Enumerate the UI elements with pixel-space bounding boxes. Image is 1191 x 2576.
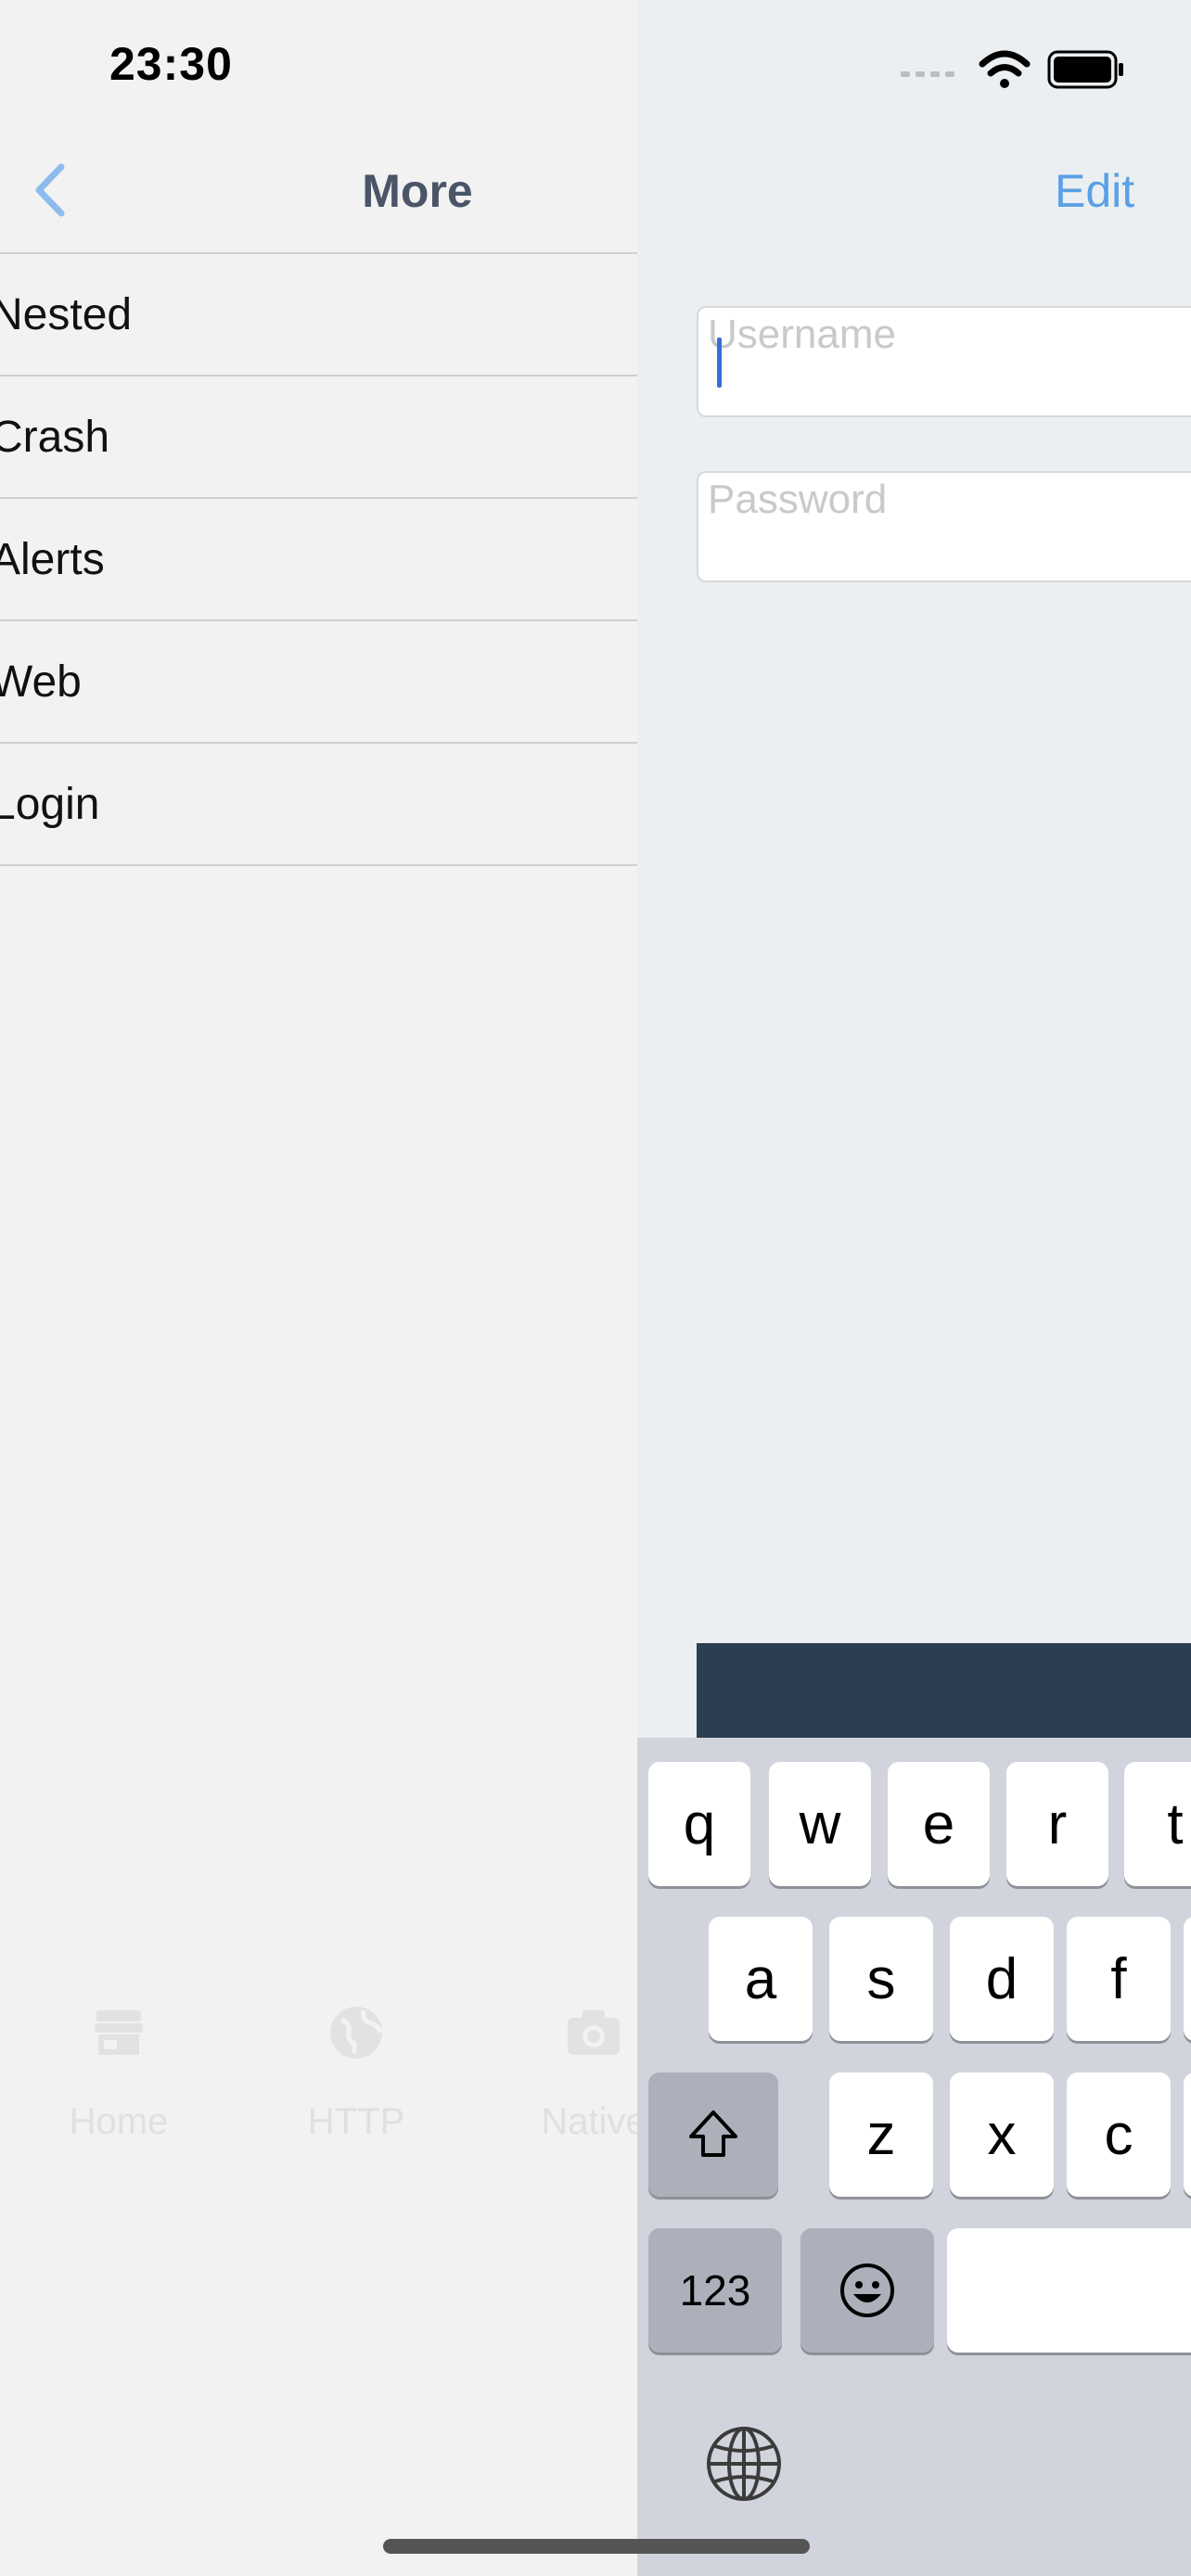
menu-item-nested[interactable]: Nested: [0, 254, 637, 376]
menu-item-label: Login: [0, 779, 100, 829]
globe-keyboard-icon[interactable]: [704, 2424, 784, 2504]
menu-item-login[interactable]: Login: [0, 744, 637, 866]
home-indicator: [383, 2539, 810, 2554]
wifi-icon: [979, 50, 1031, 88]
status-icons: [901, 46, 1125, 93]
key-v-partial[interactable]: [1184, 2072, 1191, 2197]
tab-home[interactable]: Home: [0, 2003, 237, 2143]
key-r[interactable]: r: [1006, 1762, 1108, 1886]
password-field[interactable]: Password: [697, 471, 1191, 582]
key-s[interactable]: s: [829, 1917, 933, 2041]
menu-item-alerts[interactable]: Alerts: [0, 499, 637, 621]
key-q[interactable]: q: [648, 1762, 750, 1886]
shift-arrow-icon: [689, 2111, 737, 2157]
battery-icon: [1047, 50, 1123, 89]
key-a[interactable]: a: [709, 1917, 813, 2041]
key-g-partial[interactable]: [1184, 1917, 1191, 2041]
key-z[interactable]: z: [829, 2072, 933, 2197]
keyboard: q w e r t a s d f z x c 123: [637, 1738, 1191, 2576]
menu-item-label: Alerts: [0, 534, 105, 584]
chevron-left-icon: [35, 163, 65, 217]
key-x[interactable]: x: [950, 2072, 1054, 2197]
emoji-icon: [840, 2264, 894, 2317]
menu-item-label: Web: [0, 657, 82, 707]
tab-label: Home: [69, 2101, 169, 2142]
key-t[interactable]: t: [1124, 1762, 1191, 1886]
password-placeholder: Password: [708, 477, 888, 522]
menu-list: Nested Crash Alerts Web Login: [0, 252, 637, 866]
key-w[interactable]: w: [769, 1762, 871, 1886]
globe-icon: [330, 2007, 383, 2059]
back-button[interactable]: [28, 158, 74, 223]
tab-label: Native: [541, 2101, 637, 2142]
nav-title-wrap: More: [0, 164, 637, 218]
more-screen: 23:30 More Nested Crash Alerts Web Login: [0, 0, 637, 2576]
tab-label: HTTP: [307, 2101, 405, 2142]
key-f[interactable]: f: [1067, 1917, 1171, 2041]
emoji-key[interactable]: [800, 2228, 934, 2353]
key-c[interactable]: c: [1067, 2072, 1171, 2197]
username-placeholder: Username: [708, 312, 896, 357]
tab-http[interactable]: HTTP: [237, 2003, 475, 2143]
page-title: More: [362, 165, 473, 217]
status-time: 23:30: [109, 38, 233, 90]
login-screen: Edit Username Password q w e r t a s d f: [637, 0, 1191, 2576]
cellular-signal-icon: [901, 71, 954, 77]
text-caret: [717, 338, 722, 388]
camera-icon: [568, 2010, 620, 2055]
menu-item-web[interactable]: Web: [0, 621, 637, 744]
key-e[interactable]: e: [888, 1762, 990, 1886]
tab-native[interactable]: Native: [475, 2003, 637, 2143]
menu-item-crash[interactable]: Crash: [0, 376, 637, 499]
tab-bar: Home HTTP Native: [0, 2003, 637, 2188]
screen: 23:30 More Nested Crash Alerts Web Login: [0, 0, 1191, 2576]
numbers-key[interactable]: 123: [648, 2228, 782, 2353]
menu-item-label: Nested: [0, 289, 133, 339]
store-icon: [95, 2010, 143, 2055]
shift-key[interactable]: [648, 2072, 778, 2197]
key-d[interactable]: d: [950, 1917, 1054, 2041]
menu-item-label: Crash: [0, 412, 110, 462]
space-key[interactable]: s: [947, 2228, 1191, 2353]
username-field[interactable]: Username: [697, 306, 1191, 417]
edit-button[interactable]: Edit: [1055, 164, 1134, 218]
submit-bar[interactable]: [697, 1643, 1191, 1740]
